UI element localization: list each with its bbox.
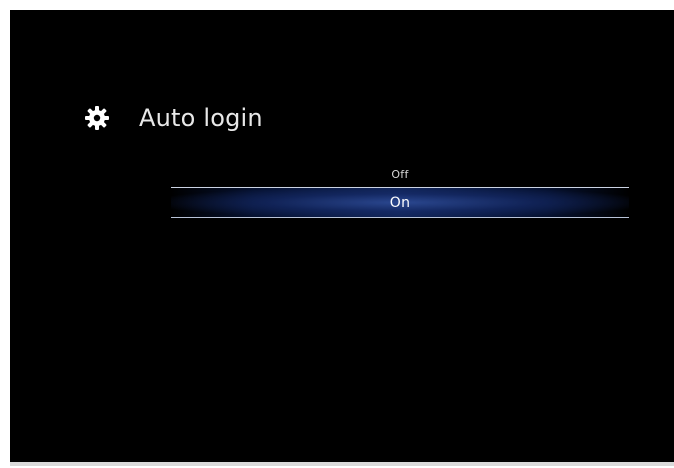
- option-on[interactable]: On: [171, 187, 629, 218]
- option-off[interactable]: Off: [171, 161, 629, 187]
- gear-icon: [82, 103, 112, 133]
- option-off-label: Off: [391, 167, 409, 181]
- auto-login-options: Off On: [171, 161, 629, 218]
- settings-screen: Auto login Off On: [10, 10, 674, 466]
- page-title: Auto login: [139, 104, 263, 132]
- page-header: Auto login: [82, 102, 263, 134]
- option-on-label: On: [389, 194, 411, 211]
